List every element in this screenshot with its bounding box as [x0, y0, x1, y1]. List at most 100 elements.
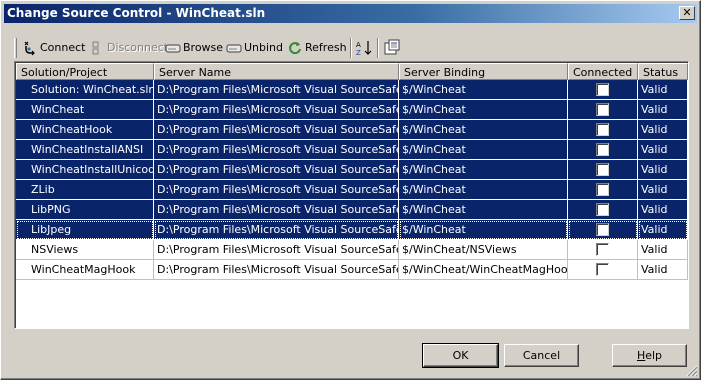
project-name-cell: WinCheatHook — [16, 120, 154, 140]
cancel-button[interactable]: Cancel — [504, 344, 579, 367]
connected-cell — [568, 180, 638, 200]
connected-cell — [568, 220, 638, 240]
project-name-cell: WinCheatInstallUnicode — [16, 160, 154, 180]
project-name-cell: WinCheat — [16, 100, 154, 120]
table-row[interactable]: Solution: WinCheat.sln D:\Program Files\… — [16, 80, 688, 100]
properties-button[interactable] — [383, 39, 401, 57]
server-binding-cell: $/WinCheat — [399, 100, 568, 120]
resize-grip-icon[interactable] — [686, 365, 698, 377]
connected-checkbox[interactable] — [596, 123, 609, 136]
server-name-cell: D:\Program Files\Microsoft Visual Source… — [154, 220, 399, 240]
drive-icon — [226, 44, 242, 53]
column-header-status[interactable]: Status — [638, 63, 688, 80]
server-binding-cell: $/WinCheat — [399, 180, 568, 200]
connected-checkbox[interactable] — [596, 263, 609, 276]
drive-icon — [165, 44, 181, 53]
connected-checkbox[interactable] — [596, 103, 609, 116]
project-name-cell: LibJpeg — [16, 220, 154, 240]
status-cell: Valid — [638, 260, 688, 280]
refresh-label: Refresh — [305, 41, 347, 54]
project-name-cell: WinCheatMagHook — [16, 260, 154, 280]
window-title: Change Source Control - WinCheat.sln — [7, 6, 266, 20]
connected-cell — [568, 100, 638, 120]
status-cell: Valid — [638, 140, 688, 160]
column-header-connected[interactable]: Connected — [568, 63, 638, 80]
project-name-cell: Solution: WinCheat.sln — [16, 80, 154, 100]
project-name-cell: NSViews — [16, 240, 154, 260]
connected-checkbox[interactable] — [596, 243, 609, 256]
close-button[interactable]: ✕ — [679, 6, 695, 20]
refresh-button[interactable]: Refresh — [287, 38, 347, 58]
server-name-cell: D:\Program Files\Microsoft Visual Source… — [154, 180, 399, 200]
server-binding-cell: $/WinCheat — [399, 160, 568, 180]
server-binding-cell: $/WinCheat/NSViews — [399, 240, 568, 260]
connect-button[interactable]: Connect — [22, 38, 86, 58]
title-bar[interactable]: Change Source Control - WinCheat.sln ✕ — [4, 4, 697, 23]
grid-header: Solution/Project Server Name Server Bind… — [16, 63, 688, 80]
unbind-button[interactable]: Unbind — [226, 38, 284, 58]
table-row[interactable]: WinCheatMagHook D:\Program Files\Microso… — [16, 260, 688, 280]
connected-checkbox[interactable] — [596, 163, 609, 176]
table-row[interactable]: WinCheatHook D:\Program Files\Microsoft … — [16, 120, 688, 140]
table-row[interactable]: ZLib D:\Program Files\Microsoft Visual S… — [16, 180, 688, 200]
table-row[interactable]: NSViews D:\Program Files\Microsoft Visua… — [16, 240, 688, 260]
status-cell: Valid — [638, 220, 688, 240]
disconnect-icon — [92, 41, 99, 55]
properties-icon — [384, 39, 400, 55]
status-cell: Valid — [638, 180, 688, 200]
server-binding-cell: $/WinCheat — [399, 140, 568, 160]
table-row[interactable]: LibPNG D:\Program Files\Microsoft Visual… — [16, 200, 688, 220]
help-mnemonic: H — [636, 349, 646, 362]
connected-cell — [568, 200, 638, 220]
column-header-server-binding[interactable]: Server Binding — [399, 63, 568, 80]
toolbar-separator — [350, 38, 352, 58]
server-name-cell: D:\Program Files\Microsoft Visual Source… — [154, 200, 399, 220]
table-row[interactable]: LibJpeg D:\Program Files\Microsoft Visua… — [16, 220, 688, 240]
connect-label: Connect — [40, 41, 86, 54]
connected-checkbox[interactable] — [596, 203, 609, 216]
browse-button[interactable]: Browse — [165, 38, 223, 58]
toolbar: Connect Disconnect Browse Unbind Refresh… — [14, 36, 694, 60]
connected-checkbox[interactable] — [596, 223, 609, 236]
connected-checkbox[interactable] — [596, 143, 609, 156]
connected-cell — [568, 160, 638, 180]
toolbar-separator — [377, 38, 379, 58]
refresh-icon — [289, 42, 301, 55]
table-row[interactable]: WinCheat D:\Program Files\Microsoft Visu… — [16, 100, 688, 120]
connect-icon — [24, 41, 35, 56]
unbind-label: Unbind — [244, 41, 284, 54]
help-button[interactable]: Help — [612, 344, 687, 367]
connected-cell — [568, 120, 638, 140]
server-name-cell: D:\Program Files\Microsoft Visual Source… — [154, 80, 399, 100]
toolbar-grip[interactable] — [14, 38, 17, 58]
svg-text:Z: Z — [356, 49, 361, 57]
svg-text:A: A — [356, 41, 361, 49]
connected-cell — [568, 260, 638, 280]
connected-cell — [568, 80, 638, 100]
server-binding-cell: $/WinCheat/WinCheatMagHook — [399, 260, 568, 280]
status-cell: Valid — [638, 240, 688, 260]
table-row[interactable]: WinCheatInstallANSI D:\Program Files\Mic… — [16, 140, 688, 160]
status-cell: Valid — [638, 100, 688, 120]
table-row[interactable]: WinCheatInstallUnicode D:\Program Files\… — [16, 160, 688, 180]
server-name-cell: D:\Program Files\Microsoft Visual Source… — [154, 120, 399, 140]
project-name-cell: ZLib — [16, 180, 154, 200]
status-cell: Valid — [638, 80, 688, 100]
status-cell: Valid — [638, 200, 688, 220]
connected-checkbox[interactable] — [596, 183, 609, 196]
connected-checkbox[interactable] — [596, 83, 609, 96]
source-control-grid[interactable]: Solution/Project Server Name Server Bind… — [14, 61, 689, 329]
status-cell: Valid — [638, 120, 688, 140]
project-name-cell: WinCheatInstallANSI — [16, 140, 154, 160]
server-name-cell: D:\Program Files\Microsoft Visual Source… — [154, 160, 399, 180]
sort-button[interactable]: A Z — [355, 39, 373, 57]
column-header-solution-project[interactable]: Solution/Project — [16, 63, 154, 80]
server-name-cell: D:\Program Files\Microsoft Visual Source… — [154, 100, 399, 120]
ok-button[interactable]: OK — [422, 343, 499, 368]
disconnect-button[interactable]: Disconnect — [89, 38, 168, 58]
status-cell: Valid — [638, 160, 688, 180]
server-binding-cell: $/WinCheat — [399, 120, 568, 140]
server-name-cell: D:\Program Files\Microsoft Visual Source… — [154, 140, 399, 160]
server-name-cell: D:\Program Files\Microsoft Visual Source… — [154, 240, 399, 260]
column-header-server-name[interactable]: Server Name — [154, 63, 399, 80]
